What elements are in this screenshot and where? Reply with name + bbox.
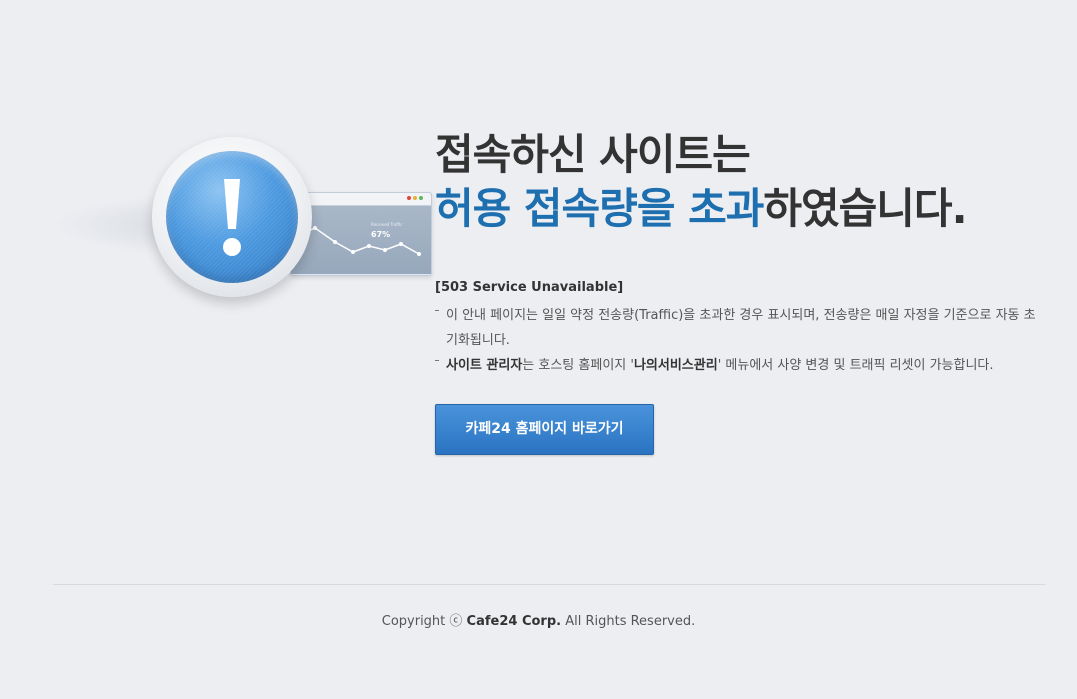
cafe24-homepage-button[interactable]: 카페24 홈페이지 바로가기 — [435, 404, 654, 455]
title-line-1: 접속하신 사이트는 — [435, 130, 751, 179]
status-code: [503 Service Unavailable] — [435, 280, 624, 295]
notice-item-traffic: 이 안내 페이지는 일일 약정 전송량(Traffic)을 초과한 경우 표시되… — [435, 303, 1045, 353]
graph-caption: Received Traffic — [371, 222, 403, 227]
title-line-2-rest: 하였습니다. — [763, 184, 967, 233]
traffic-percent: 67% — [371, 230, 391, 239]
notice-list: 이 안내 페이지는 일일 약정 전송량(Traffic)을 초과한 경우 표시되… — [435, 303, 1045, 378]
browser-title-bar — [291, 193, 431, 206]
traffic-graph: Received Traffic 67% — [291, 206, 431, 274]
copyright-suffix: All Rights Reserved. — [561, 614, 696, 629]
traffic-line-graph — [296, 226, 421, 256]
notice-bold-menu: 나의서비스관리 — [633, 358, 718, 373]
notice-text: 이 안내 페이지는 일일 약정 전송량(Traffic)을 초과한 경우 표시되… — [446, 308, 1036, 348]
copyright-prefix: Copyright ⓒ — [381, 614, 467, 629]
exclamation-icon — [166, 151, 298, 283]
browser-window-graphic: Received Traffic 67% — [290, 192, 432, 276]
traffic-exceeded-illustration: Received Traffic 67% — [50, 130, 432, 305]
window-dots — [407, 196, 423, 200]
message-content: 접속하신 사이트는 허용 접속량을 초과하였습니다. [503 Service … — [435, 128, 1045, 455]
alert-disc — [152, 137, 312, 297]
notice-bold-admin: 사이트 관리자 — [446, 358, 523, 373]
notice-item-admin: 사이트 관리자는 호스팅 홈페이지 '나의서비스관리' 메뉴에서 사양 변경 및… — [435, 353, 1045, 378]
copyright: Copyright ⓒ Cafe24 Corp. All Rights Rese… — [0, 610, 1077, 629]
page-title: 접속하신 사이트는 허용 접속량을 초과하였습니다. — [435, 128, 1045, 236]
error-page: Received Traffic 67% 접속하신 사이트는 허용 접속량을 초… — [0, 0, 1077, 699]
company-name: Cafe24 Corp. — [466, 614, 562, 629]
notice-text: 는 호스팅 홈페이지 ' — [522, 358, 634, 373]
footer-divider — [53, 584, 1045, 585]
exclamation-mark-icon — [223, 179, 241, 256]
title-accent: 허용 접속량을 초과 — [435, 184, 764, 233]
notice-text: ' 메뉴에서 사양 변경 및 트래픽 리셋이 가능합니다. — [717, 358, 994, 373]
